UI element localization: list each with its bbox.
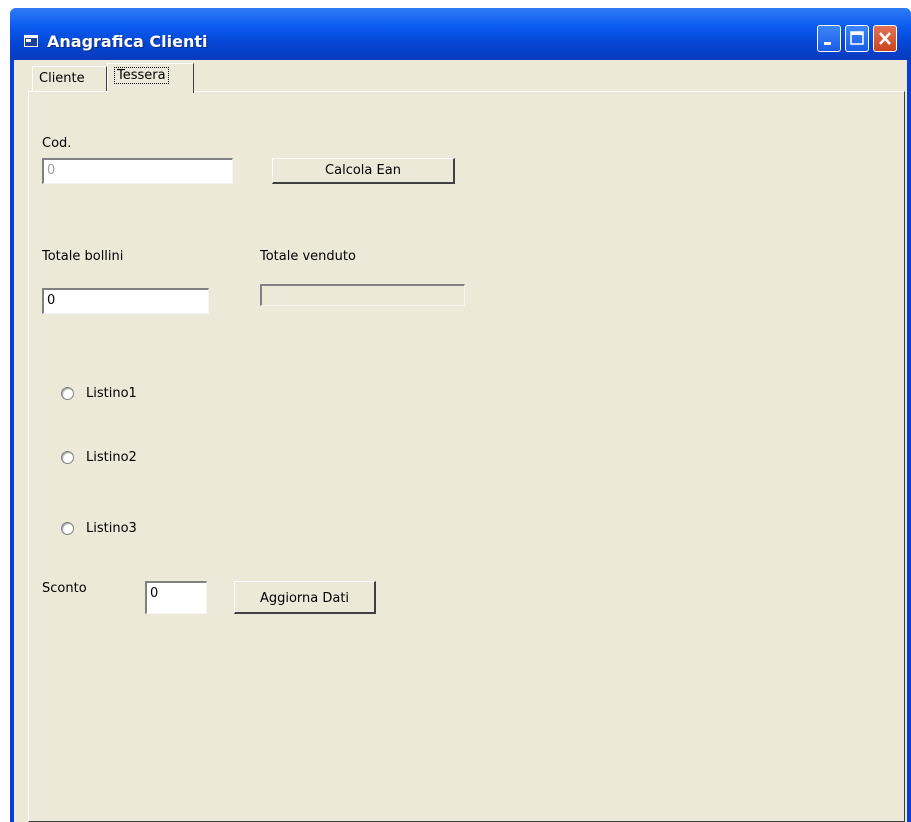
- listino1-option[interactable]: Listino1: [61, 386, 137, 401]
- tab-tessera-label: Tessera: [114, 67, 169, 84]
- totale-bollini-label: Totale bollini: [42, 249, 124, 264]
- totale-venduto-label: Totale venduto: [260, 249, 356, 264]
- radio-icon[interactable]: [61, 451, 74, 464]
- maximize-button[interactable]: [845, 25, 869, 52]
- aggiorna-dati-button[interactable]: Aggiorna Dati: [234, 581, 376, 614]
- minimize-button[interactable]: [817, 25, 841, 52]
- app-icon: [24, 35, 38, 47]
- calcola-ean-button[interactable]: Calcola Ean: [272, 158, 455, 184]
- listino3-option[interactable]: Listino3: [61, 521, 137, 536]
- tab-cliente[interactable]: Cliente: [32, 66, 107, 91]
- listino2-option[interactable]: Listino2: [61, 450, 137, 465]
- client-area: Cliente Tessera Cod. 0 Calcola Ean Total…: [14, 60, 907, 822]
- sconto-field[interactable]: 0: [145, 581, 207, 614]
- listino1-label: Listino1: [86, 386, 137, 401]
- minimize-icon: [824, 42, 831, 45]
- close-icon: [879, 32, 891, 45]
- tessera-panel: Cod. 0 Calcola Ean Totale bollini Totale…: [28, 91, 905, 822]
- radio-icon[interactable]: [61, 522, 74, 535]
- title-bar[interactable]: Anagrafica Clienti: [10, 8, 911, 60]
- tab-tessera[interactable]: Tessera: [107, 63, 194, 93]
- totale-bollini-field[interactable]: 0: [42, 288, 209, 314]
- cod-field[interactable]: 0: [42, 158, 233, 184]
- listino2-label: Listino2: [86, 450, 137, 465]
- totale-venduto-field: [260, 284, 465, 306]
- cod-label: Cod.: [42, 136, 72, 151]
- sconto-label: Sconto: [42, 581, 87, 596]
- maximize-icon: [850, 31, 864, 45]
- listino3-label: Listino3: [86, 521, 137, 536]
- close-button[interactable]: [873, 25, 897, 52]
- app-window: Anagrafica Clienti Cliente Tessera Cod.: [10, 8, 911, 822]
- window-title: Anagrafica Clienti: [47, 32, 208, 51]
- radio-icon[interactable]: [61, 387, 74, 400]
